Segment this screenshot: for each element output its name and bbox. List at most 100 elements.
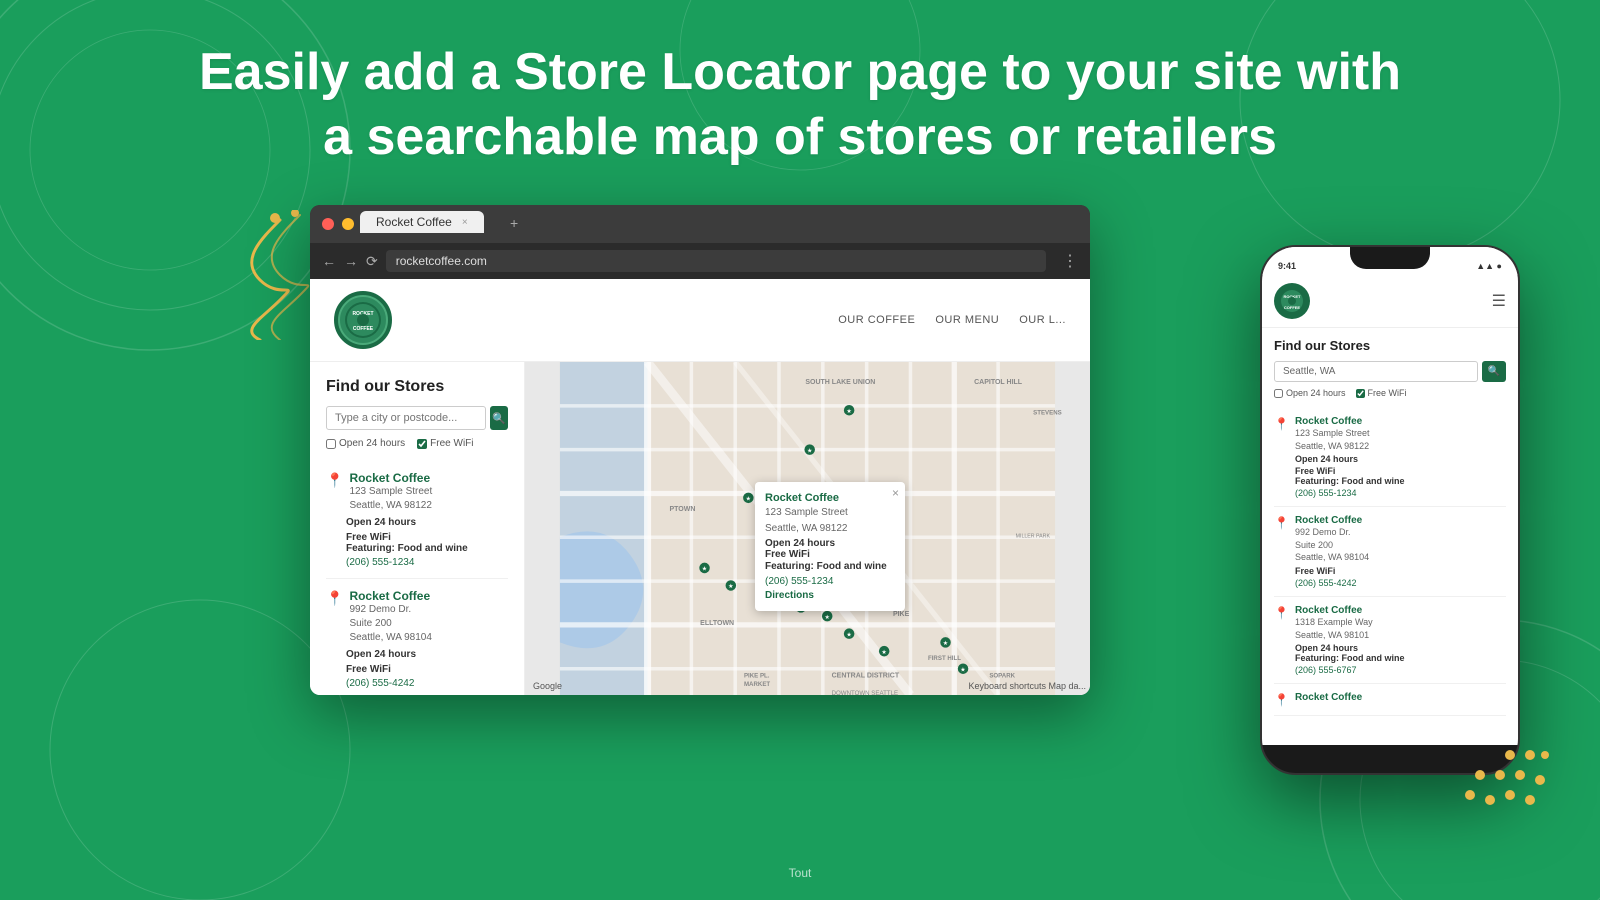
- phone-mockup: 9:41 ▲▲ ● ROCKET COFFEE ☰ Find our Store…: [1260, 245, 1520, 775]
- filter-wifi-label[interactable]: Free WiFi: [417, 438, 473, 449]
- browser-minimize-dot[interactable]: [342, 218, 354, 230]
- browser-titlebar: Rocket Coffee × +: [310, 205, 1090, 243]
- nav-our-locations[interactable]: OUR L...: [1019, 314, 1066, 326]
- svg-text:ELLTOWN: ELLTOWN: [700, 620, 734, 627]
- svg-text:★: ★: [728, 583, 734, 590]
- svg-text:MILLER PARK: MILLER PARK: [1016, 533, 1051, 539]
- browser-tab-label: Rocket Coffee: [376, 215, 452, 229]
- filter-open24-checkbox[interactable]: [326, 439, 336, 449]
- phone-filter-open24[interactable]: [1274, 389, 1283, 398]
- browser-content: ROCKET COFFEE OUR COFFEE OUR MENU OUR L.…: [310, 279, 1090, 695]
- store-badge-wifi: Free WiFi: [346, 532, 508, 543]
- phone-featuring-value: Food and wine: [1341, 476, 1404, 486]
- browser-tab[interactable]: Rocket Coffee ×: [360, 211, 484, 233]
- tout-text: Tout: [789, 866, 812, 880]
- phone-store-badge-open: Open 24 hours: [1295, 643, 1506, 653]
- phone-search-button[interactable]: 🔍: [1482, 361, 1506, 382]
- svg-text:PIKE PL.: PIKE PL.: [744, 672, 770, 679]
- nav-our-menu[interactable]: OUR MENU: [935, 314, 999, 326]
- browser-new-tab[interactable]: +: [510, 215, 518, 231]
- phone-store-item[interactable]: 📍 Rocket Coffee: [1274, 684, 1506, 716]
- phone-locator: Find our Stores 🔍 Open 24 hours Free WiF…: [1262, 328, 1518, 726]
- store-phone[interactable]: (206) 555-1234: [346, 557, 508, 568]
- store-address: 992 Demo Dr.: [349, 603, 431, 617]
- phone-store-badge-wifi: Free WiFi: [1295, 466, 1506, 476]
- browser-menu-icon[interactable]: ⋮: [1062, 251, 1078, 271]
- phone-logo: ROCKET COFFEE: [1274, 283, 1310, 319]
- search-button[interactable]: 🔍: [490, 406, 508, 430]
- nav-our-coffee[interactable]: OUR COFFEE: [838, 314, 915, 326]
- browser-forward-button[interactable]: →: [344, 253, 358, 269]
- phone-store-phone[interactable]: (206) 555-1234: [1295, 488, 1506, 498]
- browser-address-bar[interactable]: rocketcoffee.com: [386, 250, 1046, 272]
- svg-text:★: ★: [807, 447, 813, 454]
- search-input[interactable]: [326, 406, 486, 430]
- svg-text:STEVENS: STEVENS: [1033, 410, 1062, 417]
- browser-tab-close[interactable]: ×: [462, 217, 468, 228]
- browser-window: Rocket Coffee × + ← → ⟳ rocketcoffee.com…: [310, 205, 1090, 695]
- featuring-value: Food and wine: [398, 543, 468, 554]
- pin-icon: 📍: [1274, 516, 1289, 530]
- popup-close-button[interactable]: ×: [892, 486, 899, 500]
- hamburger-icon[interactable]: ☰: [1492, 291, 1506, 311]
- phone-store-address2: Suite 200: [1295, 539, 1506, 552]
- search-bar: 🔍: [326, 406, 508, 430]
- headline-line2: a searchable map of stores or retailers: [100, 105, 1500, 170]
- phone-store-city: Seattle, WA 98122: [1295, 440, 1506, 453]
- map-credit: Keyboard shortcuts Map da...: [968, 681, 1086, 691]
- store-city: Seattle, WA 98104: [349, 631, 431, 645]
- phone-time: 9:41: [1278, 261, 1296, 271]
- phone-store-city: Seattle, WA 98104: [1295, 551, 1506, 564]
- phone-content: 9:41 ▲▲ ● ROCKET COFFEE ☰ Find our Store…: [1262, 247, 1518, 745]
- svg-text:SOUTH LAKE UNION: SOUTH LAKE UNION: [805, 379, 875, 386]
- deco-dots: [1450, 735, 1550, 820]
- phone-filter-wifi[interactable]: [1356, 389, 1365, 398]
- phone-notch: [1350, 247, 1430, 269]
- store-phone[interactable]: (206) 555-4242: [346, 678, 508, 689]
- pin-icon: 📍: [1274, 693, 1289, 707]
- store-name: Rocket Coffee: [349, 471, 432, 485]
- phone-filter-open24-label[interactable]: Open 24 hours: [1274, 388, 1346, 398]
- phone-locator-title: Find our Stores: [1274, 338, 1506, 353]
- browser-close-dot[interactable]: [322, 218, 334, 230]
- filter-open24-label[interactable]: Open 24 hours: [326, 438, 405, 449]
- phone-store-feature: Featuring: Food and wine: [1295, 653, 1506, 663]
- phone-store-address: 123 Sample Street: [1295, 427, 1506, 440]
- svg-text:COFFEE: COFFEE: [353, 326, 374, 332]
- phone-search: 🔍: [1274, 361, 1506, 382]
- popup-phone[interactable]: (206) 555-1234: [765, 576, 895, 587]
- phone-filter-open24-text: Open 24 hours: [1286, 388, 1346, 398]
- svg-text:★: ★: [702, 566, 708, 573]
- svg-text:★: ★: [960, 666, 966, 673]
- browser-back-button[interactable]: ←: [322, 253, 336, 269]
- filter-wifi-checkbox[interactable]: [417, 439, 427, 449]
- popup-featuring-label: Featuring:: [765, 561, 814, 572]
- svg-text:MARKET: MARKET: [744, 681, 770, 688]
- headline-line1: Easily add a Store Locator page to your …: [100, 40, 1500, 105]
- popup-featuring: Featuring: Food and wine: [765, 560, 895, 574]
- store-sidebar: Find our Stores 🔍 Open 24 hours Free WiF…: [310, 362, 525, 695]
- store-badge-open: Open 24 hours: [346, 517, 508, 528]
- popup-badge2: Free WiFi: [765, 549, 895, 560]
- pin-icon: 📍: [326, 472, 343, 489]
- popup-featuring-value: Food and wine: [817, 561, 887, 572]
- svg-text:FIRST HILL: FIRST HILL: [928, 655, 961, 662]
- phone-store-name: Rocket Coffee: [1295, 692, 1506, 703]
- phone-store-phone[interactable]: (206) 555-4242: [1295, 578, 1506, 588]
- svg-text:★: ★: [746, 495, 752, 502]
- phone-store-item[interactable]: 📍 Rocket Coffee 992 Demo Dr. Suite 200 S…: [1274, 507, 1506, 597]
- phone-filter-wifi-label[interactable]: Free WiFi: [1356, 388, 1407, 398]
- phone-store-item[interactable]: 📍 Rocket Coffee 1318 Example Way Seattle…: [1274, 597, 1506, 684]
- phone-store-item[interactable]: 📍 Rocket Coffee 123 Sample Street Seattl…: [1274, 408, 1506, 507]
- phone-search-input[interactable]: [1274, 361, 1478, 382]
- phone-store-badge-open: Open 24 hours: [1295, 454, 1506, 464]
- phone-featuring-label: Featuring:: [1295, 476, 1339, 486]
- browser-refresh-button[interactable]: ⟳: [366, 253, 378, 270]
- phone-store-phone[interactable]: (206) 555-6767: [1295, 665, 1506, 675]
- featuring-label: Featuring:: [346, 543, 395, 554]
- popup-directions-link[interactable]: Directions: [765, 590, 895, 601]
- store-item[interactable]: 📍 Rocket Coffee 992 Demo Dr. Suite 200 S…: [326, 579, 508, 695]
- filter-open24-text: Open 24 hours: [339, 438, 405, 449]
- store-item[interactable]: 📍 Rocket Coffee 123 Sample Street Seattl…: [326, 461, 508, 579]
- store-address: 123 Sample Street: [349, 485, 432, 499]
